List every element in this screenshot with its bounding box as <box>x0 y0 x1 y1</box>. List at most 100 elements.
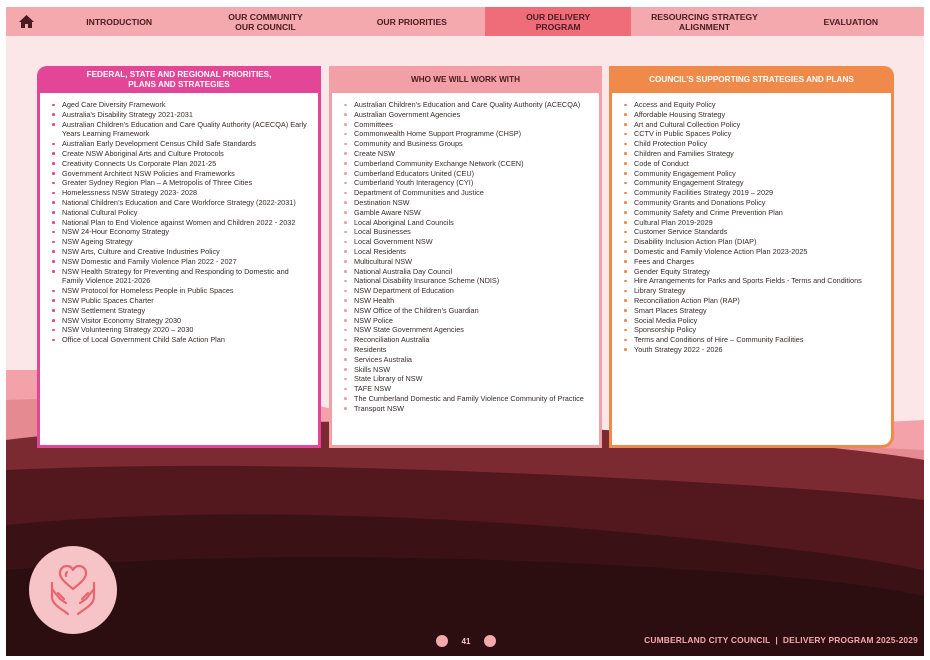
nav-tab-our-delivery-program[interactable]: OUR DELIVERY PROGRAM <box>484 7 632 36</box>
nav-tab-our-priorities[interactable]: OUR PRIORITIES <box>339 7 485 36</box>
list-item: Community Safety and Crime Prevention Pl… <box>624 208 881 218</box>
list-item: Cumberland Educators United (CEU) <box>344 169 589 179</box>
list-item: Cultural Plan 2019-2029 <box>624 218 881 228</box>
list-item: NSW Health Strategy for Preventing and R… <box>52 267 308 287</box>
list-item: NSW Public Spaces Charter <box>52 296 308 306</box>
list-item: NSW Police <box>344 316 589 326</box>
list-item: Code of Conduct <box>624 159 881 169</box>
list-item: Transport NSW <box>344 404 589 414</box>
list-item: Library Strategy <box>624 286 881 296</box>
list-item: National Australia Day Council <box>344 267 589 277</box>
heart-hands-icon <box>50 564 96 616</box>
card-list: Aged Care Diversity Framework Australia’s… <box>40 93 318 345</box>
list-item: National Plan to End Violence against Wo… <box>52 218 308 228</box>
list-item: Commonwealth Home Support Programme (CHS… <box>344 129 589 139</box>
list-item: NSW Protocol for Homeless People in Publ… <box>52 286 308 296</box>
list-item: Australia’s Disability Strategy 2021-203… <box>52 110 308 120</box>
list-item: Community Grants and Donations Policy <box>624 198 881 208</box>
list-item: Services Australia <box>344 355 589 365</box>
list-item: Multicultural NSW <box>344 257 589 267</box>
list-item: Disability Inclusion Action Plan (DIAP) <box>624 237 881 247</box>
list-item: NSW Health <box>344 296 589 306</box>
list-item: NSW Office of the Children’s Guardian <box>344 306 589 316</box>
nav-tab-our-community[interactable]: OUR COMMUNITY OUR COUNCIL <box>192 7 338 36</box>
list-item: Office of Local Government Child Safe Ac… <box>52 335 308 345</box>
list-item: Youth Strategy 2022 - 2026 <box>624 345 881 355</box>
list-item: NSW Department of Education <box>344 286 589 296</box>
card-title: COUNCIL’S SUPPORTING STRATEGIES AND PLAN… <box>609 66 894 93</box>
list-item: Community Engagement Strategy <box>624 178 881 188</box>
list-item: NSW Settlement Strategy <box>52 306 308 316</box>
list-item: Art and Cultural Collection Policy <box>624 120 881 130</box>
card-title: WHO WE WILL WORK WITH <box>329 66 602 93</box>
card-who-we-will-work-with: WHO WE WILL WORK WITH Australian Childre… <box>329 66 602 448</box>
list-item: Sponsorship Policy <box>624 325 881 335</box>
home-icon <box>18 15 34 28</box>
list-item: Domestic and Family Violence Action Plan… <box>624 247 881 257</box>
list-item: Reconciliation Action Plan (RAP) <box>624 296 881 306</box>
card-title: FEDERAL, STATE AND REGIONAL PRIORITIES, … <box>37 66 321 93</box>
list-item: Community and Business Groups <box>344 139 589 149</box>
list-item: Homelessness NSW Strategy 2023- 2028 <box>52 188 308 198</box>
list-item: Smart Places Strategy <box>624 306 881 316</box>
list-item: NSW Arts, Culture and Creative Industrie… <box>52 247 308 257</box>
list-item: NSW Visitor Economy Strategy 2030 <box>52 316 308 326</box>
list-item: TAFE NSW <box>344 384 589 394</box>
top-navigation: INTRODUCTION OUR COMMUNITY OUR COUNCIL O… <box>6 7 924 36</box>
list-item: Cumberland Community Exchange Network (C… <box>344 159 589 169</box>
list-item: National Cultural Policy <box>52 208 308 218</box>
list-item: Terms and Conditions of Hire – Community… <box>624 335 881 345</box>
list-item: Greater Sydney Region Plan – A Metropoli… <box>52 178 308 188</box>
previous-page-button[interactable] <box>436 635 448 647</box>
list-item: Australian Government Agencies <box>344 110 589 120</box>
nav-tab-label: RESOURCING STRATEGY ALIGNMENT <box>651 11 758 32</box>
list-item: Community Facilities Strategy 2019 – 202… <box>624 188 881 198</box>
list-item: State Library of NSW <box>344 374 589 384</box>
list-item: Gender Equity Strategy <box>624 267 881 277</box>
list-item: Local Residents <box>344 247 589 257</box>
list-item: Community Engagement Policy <box>624 169 881 179</box>
page-number: 41 <box>461 636 471 646</box>
list-item: Social Media Policy <box>624 316 881 326</box>
list-item: Local Aboriginal Land Councils <box>344 218 589 228</box>
list-item: Australian Children’s Education and Care… <box>344 100 589 110</box>
list-item: Australian Children’s Education and Care… <box>52 120 308 140</box>
card-council-supporting-strategies: COUNCIL’S SUPPORTING STRATEGIES AND PLAN… <box>609 66 894 448</box>
list-item: CCTV in Public Spaces Policy <box>624 129 881 139</box>
list-item: Create NSW Aboriginal Arts and Culture P… <box>52 149 308 159</box>
list-item: Cumberland Youth Interagency (CYI) <box>344 178 589 188</box>
list-item: Creativity Connects Us Corporate Plan 20… <box>52 159 308 169</box>
nav-tab-label: OUR COMMUNITY OUR COUNCIL <box>228 11 303 32</box>
card-federal-state-priorities: FEDERAL, STATE AND REGIONAL PRIORITIES, … <box>37 66 321 448</box>
nav-tab-resourcing-strategy[interactable]: RESOURCING STRATEGY ALIGNMENT <box>631 7 777 36</box>
list-item: Australian Early Development Census Chil… <box>52 139 308 149</box>
nav-tab-introduction[interactable]: INTRODUCTION <box>46 7 192 36</box>
list-item: Skills NSW <box>344 365 589 375</box>
next-page-button[interactable] <box>484 635 496 647</box>
list-item: Reconciliation Australia <box>344 335 589 345</box>
list-item: Local Government NSW <box>344 237 589 247</box>
list-item: Destination NSW <box>344 198 589 208</box>
nav-tab-evaluation[interactable]: EVALUATION <box>778 7 924 36</box>
list-item: Children and Families Strategy <box>624 149 881 159</box>
list-item: NSW Domestic and Family Violence Plan 20… <box>52 257 308 267</box>
list-item: The Cumberland Domestic and Family Viole… <box>344 394 589 404</box>
list-item: Access and Equity Policy <box>624 100 881 110</box>
footer-title: CUMBERLAND CITY COUNCIL | DELIVERY PROGR… <box>644 635 918 645</box>
list-item: Department of Communities and Justice <box>344 188 589 198</box>
list-item: Committees <box>344 120 589 130</box>
list-item: National Children’s Education and Care W… <box>52 198 308 208</box>
list-item: Government Architect NSW Policies and Fr… <box>52 169 308 179</box>
list-item: Customer Service Standards <box>624 227 881 237</box>
list-item: NSW Volunteering Strategy 2020 – 2030 <box>52 325 308 335</box>
list-item: NSW Ageing Strategy <box>52 237 308 247</box>
list-item: Local Businesses <box>344 227 589 237</box>
list-item: NSW State Government Agencies <box>344 325 589 335</box>
list-item: NSW 24-Hour Economy Strategy <box>52 227 308 237</box>
home-button[interactable] <box>6 14 46 29</box>
nav-tab-label: EVALUATION <box>823 16 879 27</box>
nav-tab-label: OUR PRIORITIES <box>376 16 447 27</box>
list-item: Aged Care Diversity Framework <box>52 100 308 110</box>
list-item: Hire Arrangements for Parks and Sports F… <box>624 276 881 286</box>
page-pagination: 41 <box>436 634 496 648</box>
